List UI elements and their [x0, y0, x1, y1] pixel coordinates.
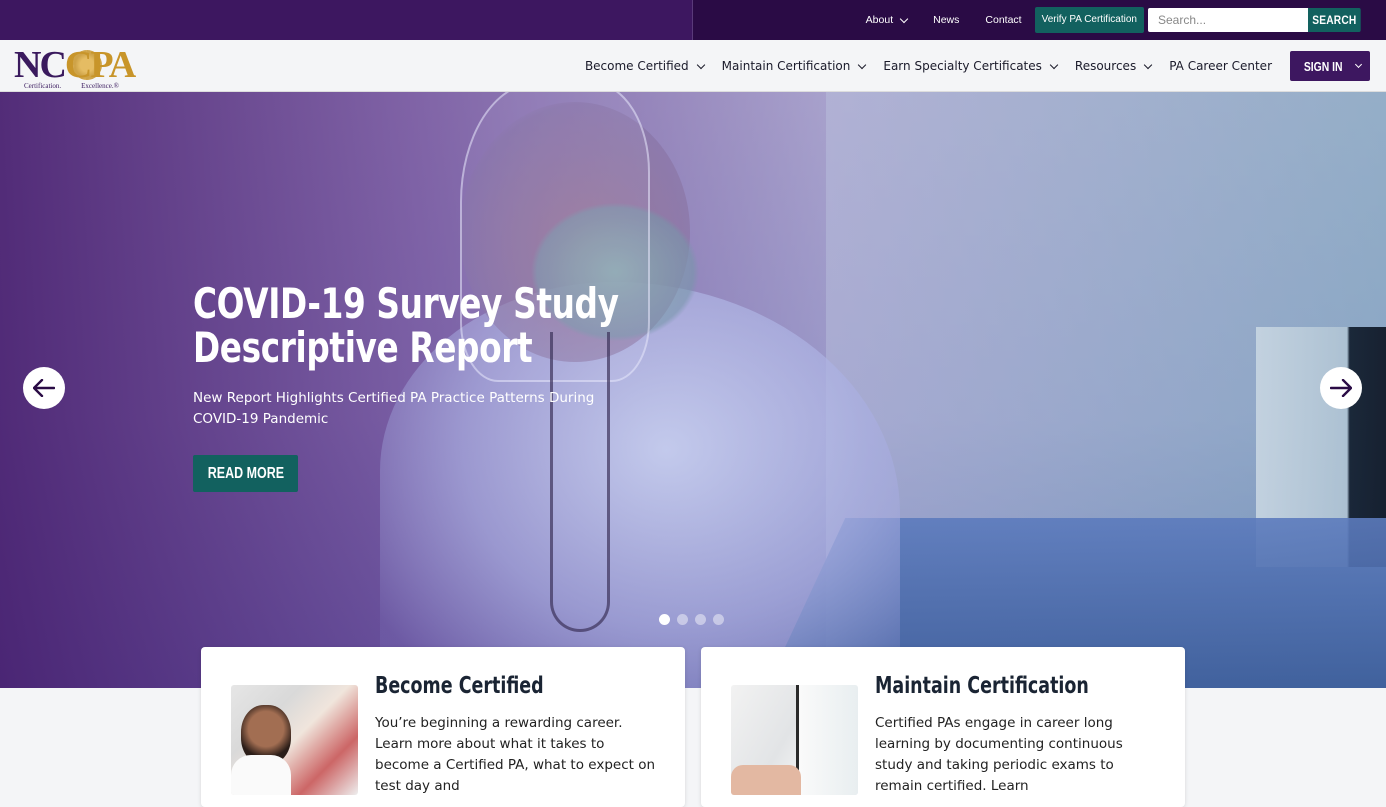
hero-title-line: COVID-19 Survey Study: [193, 279, 619, 328]
verify-pa-certification-button[interactable]: Verify PA Certification: [1034, 7, 1144, 33]
card-image-clinician-at-laptop: [731, 685, 858, 795]
chevron-down-icon: [1049, 60, 1059, 69]
carousel-dot-3[interactable]: [695, 614, 706, 625]
arrow-left-icon: [33, 379, 55, 397]
nav-item-label: Earn Specialty Certificates: [883, 59, 1042, 73]
nav-item-resources[interactable]: Resources: [1074, 59, 1153, 73]
card-maintain-certification[interactable]: Maintain Certification Certified PAs eng…: [701, 647, 1185, 807]
card-image-students-at-computers: [231, 685, 358, 795]
search-button[interactable]: SEARCH: [1308, 8, 1361, 32]
read-more-button[interactable]: READ MORE: [193, 455, 298, 492]
logo-tagline-right: Excellence.®: [81, 82, 119, 90]
sign-in-button[interactable]: SIGN IN: [1290, 51, 1370, 81]
nav-item-label: Resources: [1074, 59, 1137, 73]
nav-item-maintain-certification[interactable]: Maintain Certification: [721, 59, 867, 73]
carousel-dot-4[interactable]: [713, 614, 724, 625]
card-title[interactable]: Maintain Certification: [875, 673, 1089, 699]
hero-title-line: Descriptive Report: [193, 323, 533, 372]
chevron-down-icon: [1143, 60, 1153, 69]
chevron-down-icon: [858, 60, 867, 69]
hero-subtitle: New Report Highlights Certified PA Pract…: [193, 390, 595, 427]
hero-carousel: COVID-19 Survey Study Descriptive Report…: [0, 92, 1386, 688]
utility-link-news[interactable]: News: [933, 14, 959, 26]
logo-pa: PA: [90, 44, 136, 86]
carousel-dot-2[interactable]: [677, 614, 688, 625]
utility-bar: About News Contact Verify PA Certificati…: [0, 0, 1386, 40]
utility-link-label: Contact: [985, 14, 1022, 26]
chevron-down-icon: [1354, 60, 1362, 69]
card-become-certified[interactable]: Become Certified You’re beginning a rewa…: [201, 647, 685, 807]
utility-links: About News Contact Verify PA Certificati…: [866, 7, 1370, 33]
chevron-down-icon: [899, 14, 909, 23]
nav-item-earn-specialty-certificates[interactable]: Earn Specialty Certificates: [883, 59, 1059, 73]
carousel-prev-button[interactable]: [23, 367, 65, 409]
chevron-down-icon: [696, 60, 705, 69]
logo-wordmark: NCCPA: [14, 44, 136, 86]
hero-content: COVID-19 Survey Study Descriptive Report…: [193, 282, 653, 492]
card-body: You’re beginning a rewarding career. Lea…: [375, 715, 656, 794]
logo-nc: NC: [14, 44, 67, 86]
logo-c: C: [64, 44, 92, 86]
read-more-label: READ MORE: [207, 464, 284, 482]
nav-item-become-certified[interactable]: Become Certified: [584, 59, 705, 73]
nav-item-label: PA Career Center: [1169, 59, 1272, 73]
utility-bar-fill: [0, 0, 693, 40]
main-nav: Become Certified Maintain Certification …: [585, 51, 1370, 81]
logo-tagline-left: Certification.: [24, 82, 62, 90]
nav-item-label: Maintain Certification: [721, 59, 851, 73]
utility-link-contact[interactable]: Contact: [985, 14, 1021, 26]
carousel-dot-1[interactable]: [659, 614, 670, 625]
nav-item-label: Become Certified: [584, 59, 689, 73]
utility-link-label: About: [865, 14, 894, 26]
utility-link-label: News: [933, 14, 960, 26]
search-input[interactable]: [1148, 8, 1308, 32]
utility-link-about[interactable]: About: [865, 14, 909, 26]
nav-item-pa-career-center[interactable]: PA Career Center: [1169, 59, 1272, 73]
hero-title: COVID-19 Survey Study Descriptive Report: [193, 282, 630, 370]
main-header: NCCPA Certification. Excellence.® Become …: [0, 40, 1386, 92]
logo-tagline: Certification. Excellence.®: [24, 82, 139, 90]
carousel-pagination: [659, 614, 731, 625]
card-body: Certified PAs engage in career long lear…: [875, 715, 1123, 794]
arrow-right-icon: [1330, 379, 1352, 397]
nccpa-logo[interactable]: NCCPA Certification. Excellence.®: [14, 44, 144, 90]
sign-in-label: SIGN IN: [1304, 58, 1343, 74]
carousel-next-button[interactable]: [1320, 367, 1362, 409]
card-title[interactable]: Become Certified: [375, 673, 544, 699]
